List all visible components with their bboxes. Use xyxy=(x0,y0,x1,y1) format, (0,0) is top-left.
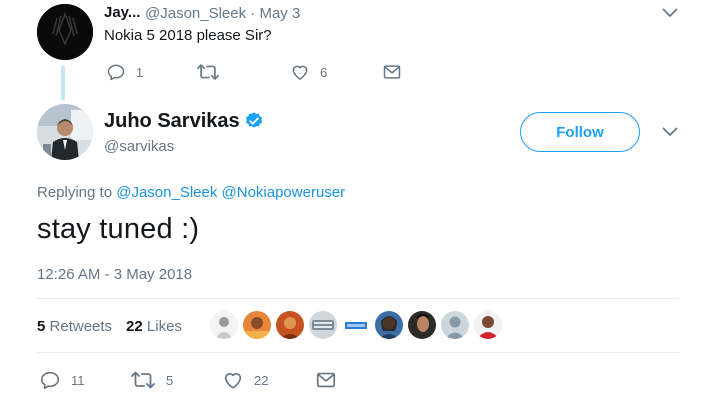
replying-to: Replying to @Jason_Sleek @Nokiapoweruser xyxy=(37,184,345,201)
verified-badge-icon xyxy=(245,112,263,128)
mention-link[interactable]: @Jason_Sleek xyxy=(116,184,217,201)
chevron-down-icon xyxy=(662,127,678,136)
parent-author-name[interactable]: Jay... xyxy=(104,4,140,21)
parent-dm-action[interactable] xyxy=(382,62,402,82)
parent-tweet-text: Nokia 5 2018 please Sir? xyxy=(104,27,272,44)
reply-icon xyxy=(107,64,125,81)
likes-count: 22 xyxy=(126,318,143,335)
parent-like-count: 6 xyxy=(320,64,328,80)
tweet-menu-button[interactable] xyxy=(659,121,681,143)
liker-avatar[interactable] xyxy=(276,311,304,339)
divider xyxy=(37,298,679,299)
liker-avatar[interactable] xyxy=(342,311,370,339)
reply-icon xyxy=(40,371,60,390)
envelope-icon xyxy=(383,65,401,79)
liker-avatar[interactable] xyxy=(243,311,271,339)
divider xyxy=(37,352,679,353)
like-count: 22 xyxy=(254,372,269,388)
author-avatar[interactable] xyxy=(37,104,93,160)
likes-label: Likes xyxy=(146,318,182,335)
parent-retweet-action[interactable] xyxy=(196,62,220,82)
parent-reply-action[interactable]: 1 xyxy=(106,62,143,82)
retweets-count: 5 xyxy=(37,318,46,335)
retweet-icon xyxy=(197,64,219,80)
retweet-icon xyxy=(131,371,155,389)
liker-avatar[interactable] xyxy=(408,311,436,339)
tweet-timestamp[interactable]: 12:26 AM - 3 May 2018 xyxy=(37,266,192,283)
parent-handle-time[interactable]: @Jason_Sleek · May 3 xyxy=(145,5,300,22)
retweet-count: 5 xyxy=(166,372,174,388)
envelope-icon xyxy=(316,372,336,388)
reply-action[interactable]: 11 xyxy=(39,369,85,391)
thread-line xyxy=(61,66,65,100)
reply-count: 11 xyxy=(71,372,85,388)
parent-like-action[interactable]: 6 xyxy=(290,62,327,82)
parent-menu-button[interactable] xyxy=(659,2,681,24)
retweet-action[interactable]: 5 xyxy=(130,369,173,391)
dm-action[interactable] xyxy=(315,369,337,391)
liker-avatar[interactable] xyxy=(441,311,469,339)
likes-stat[interactable]: 22 Likes xyxy=(126,318,182,335)
retweets-label: Retweets xyxy=(49,318,113,335)
follow-button[interactable]: Follow xyxy=(520,112,640,152)
tweet-stats: 5 Retweets 22 Likes xyxy=(37,318,182,335)
mention-link[interactable]: @Nokiapoweruser xyxy=(222,184,346,201)
tweet-text: stay tuned :) xyxy=(37,213,200,245)
heart-icon xyxy=(292,65,308,80)
liker-avatar[interactable] xyxy=(375,311,403,339)
parent-avatar[interactable] xyxy=(37,4,93,60)
chevron-down-icon xyxy=(662,8,678,17)
author-handle[interactable]: @sarvikas xyxy=(104,138,174,155)
like-action[interactable]: 22 xyxy=(222,369,268,391)
liker-avatar[interactable] xyxy=(309,311,337,339)
retweets-stat[interactable]: 5 Retweets xyxy=(37,318,112,335)
author-name[interactable]: Juho Sarvikas xyxy=(104,110,240,133)
liker-avatars xyxy=(210,311,502,341)
replying-to-label: Replying to xyxy=(37,184,113,201)
heart-icon xyxy=(224,373,242,389)
liker-avatar[interactable] xyxy=(474,311,502,339)
liker-avatar[interactable] xyxy=(210,311,238,339)
parent-reply-count: 1 xyxy=(136,64,144,80)
